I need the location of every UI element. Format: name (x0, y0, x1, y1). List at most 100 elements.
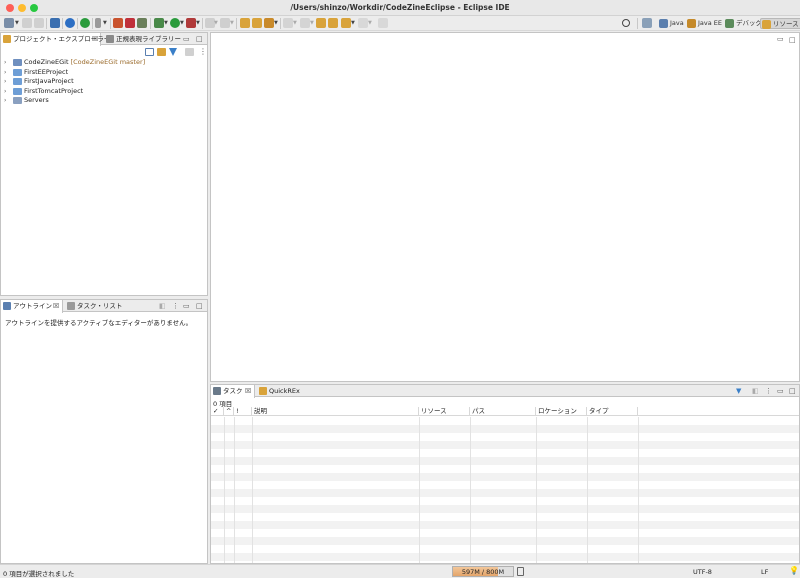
column-header-path[interactable]: パス (470, 407, 536, 416)
maximize-icon[interactable]: □ (789, 34, 796, 46)
open-task-icon[interactable] (252, 18, 262, 28)
link-with-editor-icon[interactable] (65, 18, 75, 28)
run-icon[interactable] (170, 18, 180, 28)
chevron-down-icon[interactable]: ▼ (274, 20, 278, 26)
tab-regex-library[interactable]: 正規表現ライブラリー (104, 33, 181, 45)
forward-icon[interactable] (341, 18, 351, 28)
chevron-down-icon[interactable]: ▼ (103, 20, 107, 26)
terminal-icon[interactable] (50, 18, 60, 28)
link-editor-icon[interactable] (157, 48, 166, 56)
project-name: CodeZineEGit (24, 58, 69, 66)
column-header-sort[interactable]: ^ (224, 407, 234, 416)
external-tools-icon[interactable] (186, 18, 196, 28)
open-type-icon[interactable] (240, 18, 250, 28)
tab-quickrex[interactable]: QuickREx (257, 385, 300, 397)
view-menu-icon[interactable]: ⋮ (765, 385, 772, 397)
trash-icon[interactable] (517, 567, 524, 576)
wizard-icon[interactable] (125, 18, 135, 28)
tree-item-firsttomcatproject[interactable]: › FirstTomcatProject (4, 87, 204, 96)
tree-item-servers[interactable]: › Servers (4, 96, 204, 105)
focus-icon[interactable]: ◧ (159, 300, 166, 312)
maximize-icon[interactable]: □ (196, 300, 203, 312)
column-header-description[interactable]: 説明 (252, 407, 419, 416)
tree-item-firsteeproject[interactable]: › FirstEEProject (4, 68, 204, 77)
next-annotation-icon[interactable] (283, 18, 293, 28)
close-icon[interactable]: ☒ (53, 300, 59, 312)
chevron-down-icon[interactable]: ▼ (230, 20, 234, 26)
chevron-down-icon[interactable]: ▼ (310, 20, 314, 26)
chevron-down-icon[interactable]: ▼ (368, 20, 372, 26)
publish-icon[interactable] (113, 18, 123, 28)
close-icon[interactable]: ☒ (245, 385, 251, 397)
perspective-debug[interactable]: デバッグ (724, 18, 762, 29)
toolbar-separator (637, 18, 638, 29)
tab-label: タスク・リスト (77, 302, 123, 310)
back-icon[interactable] (328, 18, 338, 28)
perspective-resource[interactable]: リソース (760, 18, 800, 29)
tree-item-codezineegit[interactable]: › CodeZineEGit [CodeZineEGit master] (4, 58, 204, 67)
filter-icon[interactable] (169, 48, 177, 56)
chevron-right-icon[interactable]: › (4, 77, 6, 86)
chevron-down-icon[interactable]: ▼ (180, 20, 184, 26)
tab-task-list[interactable]: タスク・リスト (65, 300, 122, 312)
encoding-status[interactable]: UTF-8 (693, 568, 712, 576)
chevron-down-icon[interactable]: ▼ (15, 20, 19, 26)
column-header-type[interactable]: タイプ (587, 407, 638, 416)
collapse-all-icon[interactable] (145, 48, 154, 56)
maximize-icon[interactable]: □ (196, 33, 203, 45)
tab-label: QuickREx (269, 387, 300, 395)
table-row (211, 529, 799, 537)
filter-icon[interactable]: ▼ (736, 385, 741, 397)
save-icon[interactable] (22, 18, 32, 28)
chevron-down-icon[interactable]: ▼ (214, 20, 218, 26)
column-header-complete[interactable]: ✓ (211, 407, 224, 416)
heap-status[interactable]: 597M / 800M (452, 566, 514, 577)
new-wizard-icon[interactable] (4, 18, 14, 28)
close-icon[interactable]: ☒ (92, 33, 98, 45)
tab-tasks[interactable]: タスク ☒ (211, 385, 255, 398)
open-perspective-icon[interactable] (642, 18, 652, 28)
lightbulb-icon[interactable]: 💡 (789, 566, 799, 575)
chevron-down-icon[interactable]: ▼ (196, 20, 200, 26)
focus-icon[interactable] (185, 48, 194, 56)
tree-item-firstjavaproject[interactable]: › FirstJavaProject (4, 77, 204, 86)
new-server-icon[interactable] (137, 18, 147, 28)
view-menu-icon[interactable]: ⋮ (172, 300, 179, 312)
line-ending-status[interactable]: LF (761, 568, 768, 576)
focus-icon[interactable]: ◧ (752, 385, 759, 397)
chevron-down-icon[interactable]: ▼ (351, 20, 355, 26)
last-edit-location-icon[interactable] (316, 18, 326, 28)
maximize-icon[interactable]: □ (789, 385, 796, 397)
search-tool-icon[interactable] (264, 18, 274, 28)
save-all-icon[interactable] (34, 18, 44, 28)
column-header-location[interactable]: ロケーション (536, 407, 587, 416)
chevron-down-icon[interactable]: ▼ (293, 20, 297, 26)
chevron-right-icon[interactable]: › (4, 58, 6, 67)
tab-outline[interactable]: アウトライン ☒ (1, 300, 63, 313)
column-header-priority[interactable]: ! (234, 407, 252, 416)
new-class-icon[interactable] (220, 18, 230, 28)
minimize-icon[interactable]: ▭ (777, 33, 784, 45)
debug-icon[interactable] (154, 18, 164, 28)
tab-project-explorer[interactable]: プロジェクト・エクスプローラー ☒ (1, 33, 110, 46)
chevron-down-icon[interactable]: ▼ (164, 20, 168, 26)
search-icon[interactable] (622, 19, 630, 27)
task-table-body[interactable] (211, 417, 799, 563)
chevron-right-icon[interactable]: › (4, 96, 6, 105)
view-menu-icon[interactable]: ⋮ (199, 47, 207, 56)
server-icon[interactable] (95, 18, 101, 28)
forward-history-icon[interactable] (358, 18, 368, 28)
minimize-icon[interactable]: ▭ (183, 300, 190, 312)
chevron-right-icon[interactable]: › (4, 87, 6, 96)
perspective-javaee[interactable]: Java EE (686, 18, 722, 29)
pin-editor-icon[interactable] (378, 18, 388, 28)
toolbar-separator (62, 18, 63, 29)
minimize-icon[interactable]: ▭ (777, 385, 784, 397)
previous-annotation-icon[interactable] (300, 18, 310, 28)
minimize-icon[interactable]: ▭ (183, 33, 190, 45)
skip-breakpoints-icon[interactable] (80, 18, 90, 28)
chevron-right-icon[interactable]: › (4, 68, 6, 77)
perspective-java[interactable]: Java (658, 18, 684, 29)
editor-area[interactable]: ▭ □ (210, 32, 800, 382)
column-header-resource[interactable]: リソース (419, 407, 470, 416)
